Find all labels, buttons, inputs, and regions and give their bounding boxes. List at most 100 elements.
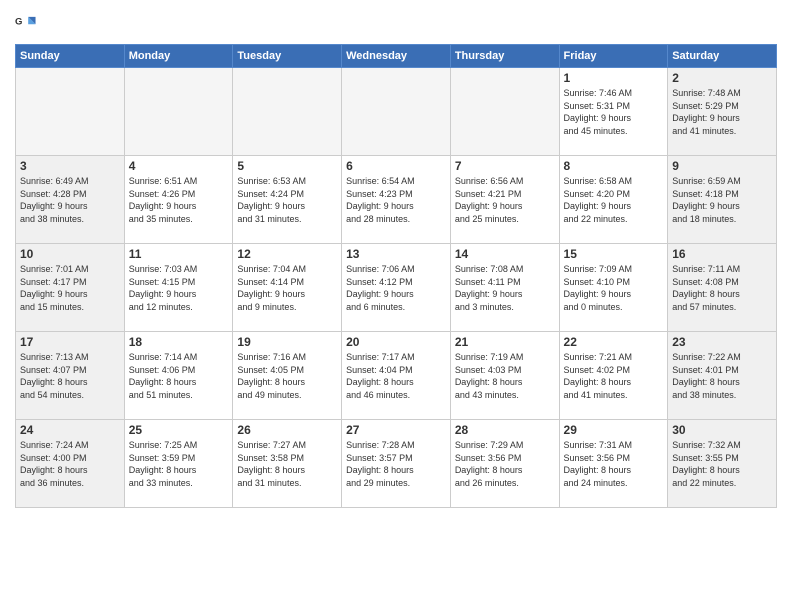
calendar-cell: 1 Sunrise: 7:46 AM Sunset: 5:31 PM Daylig…	[559, 68, 668, 156]
day-number: 13	[346, 247, 446, 261]
calendar-cell: 26Sunrise: 7:27 AM Sunset: 3:58 PM Dayli…	[233, 420, 342, 508]
calendar-cell: 8 Sunrise: 6:58 AM Sunset: 4:20 PM Daylig…	[559, 156, 668, 244]
day-number: 24	[20, 423, 120, 437]
day-number: 10	[20, 247, 120, 261]
logo: G	[15, 14, 41, 36]
calendar-cell: 16 Sunrise: 7:11 AM Sunset: 4:08 PM Dayli…	[668, 244, 777, 332]
day-number: 25	[129, 423, 229, 437]
day-number: 26	[237, 423, 337, 437]
day-info: Sunrise: 6:58 AM Sunset: 4:20 PM Dayligh…	[564, 175, 664, 225]
weekday-header-friday: Friday	[559, 45, 668, 68]
day-info: Sunrise: 7:25 AM Sunset: 3:59 PM Dayligh…	[129, 439, 229, 489]
day-info: Sunrise: 6:53 AM Sunset: 4:24 PM Dayligh…	[237, 175, 337, 225]
calendar-cell: 3 Sunrise: 6:49 AM Sunset: 4:28 PM Daylig…	[16, 156, 125, 244]
day-info: Sunrise: 7:19 AM Sunset: 4:03 PM Dayligh…	[455, 351, 555, 401]
day-info: Sunrise: 7:06 AM Sunset: 4:12 PM Dayligh…	[346, 263, 446, 313]
weekday-header-saturday: Saturday	[668, 45, 777, 68]
calendar-cell: 25 Sunrise: 7:25 AM Sunset: 3:59 PM Dayli…	[124, 420, 233, 508]
day-number: 4	[129, 159, 229, 173]
day-number: 5	[237, 159, 337, 173]
day-number: 28	[455, 423, 555, 437]
day-number: 20	[346, 335, 446, 349]
day-info: Sunrise: 7:48 AM Sunset: 5:29 PM Dayligh…	[672, 87, 772, 137]
calendar-week-row-5: 24 Sunrise: 7:24 AM Sunset: 4:00 PM Dayli…	[16, 420, 777, 508]
day-number: 2	[672, 71, 772, 85]
header-section: G	[15, 10, 777, 36]
weekday-header-wednesday: Wednesday	[342, 45, 451, 68]
day-info: Sunrise: 7:21 AM Sunset: 4:02 PM Dayligh…	[564, 351, 664, 401]
calendar-table: SundayMondayTuesdayWednesdayThursdayFrid…	[15, 44, 777, 508]
page-container: G SundayMondayTuesdayWednesdayThursdayFr…	[0, 0, 792, 513]
day-info: Sunrise: 7:46 AM Sunset: 5:31 PM Dayligh…	[564, 87, 664, 137]
calendar-cell	[233, 68, 342, 156]
day-number: 18	[129, 335, 229, 349]
day-number: 23	[672, 335, 772, 349]
day-number: 19	[237, 335, 337, 349]
day-info: Sunrise: 7:29 AM Sunset: 3:56 PM Dayligh…	[455, 439, 555, 489]
day-number: 17	[20, 335, 120, 349]
day-info: Sunrise: 7:22 AM Sunset: 4:01 PM Dayligh…	[672, 351, 772, 401]
calendar-week-row-3: 10Sunrise: 7:01 AM Sunset: 4:17 PM Dayli…	[16, 244, 777, 332]
calendar-cell: 7 Sunrise: 6:56 AM Sunset: 4:21 PM Daylig…	[450, 156, 559, 244]
calendar-cell: 13 Sunrise: 7:06 AM Sunset: 4:12 PM Dayli…	[342, 244, 451, 332]
calendar-cell: 17Sunrise: 7:13 AM Sunset: 4:07 PM Dayli…	[16, 332, 125, 420]
day-info: Sunrise: 7:28 AM Sunset: 3:57 PM Dayligh…	[346, 439, 446, 489]
weekday-header-sunday: Sunday	[16, 45, 125, 68]
calendar-cell	[124, 68, 233, 156]
weekday-header-row: SundayMondayTuesdayWednesdayThursdayFrid…	[16, 45, 777, 68]
weekday-header-thursday: Thursday	[450, 45, 559, 68]
calendar-cell: 15 Sunrise: 7:09 AM Sunset: 4:10 PM Dayli…	[559, 244, 668, 332]
day-number: 3	[20, 159, 120, 173]
calendar-cell	[450, 68, 559, 156]
day-number: 29	[564, 423, 664, 437]
day-info: Sunrise: 6:51 AM Sunset: 4:26 PM Dayligh…	[129, 175, 229, 225]
day-number: 15	[564, 247, 664, 261]
day-number: 30	[672, 423, 772, 437]
day-info: Sunrise: 7:08 AM Sunset: 4:11 PM Dayligh…	[455, 263, 555, 313]
calendar-cell: 21 Sunrise: 7:19 AM Sunset: 4:03 PM Dayli…	[450, 332, 559, 420]
calendar-cell: 2 Sunrise: 7:48 AM Sunset: 5:29 PM Daylig…	[668, 68, 777, 156]
day-info: Sunrise: 7:03 AM Sunset: 4:15 PM Dayligh…	[129, 263, 229, 313]
calendar-week-row-1: 1 Sunrise: 7:46 AM Sunset: 5:31 PM Daylig…	[16, 68, 777, 156]
day-number: 11	[129, 247, 229, 261]
day-number: 7	[455, 159, 555, 173]
day-info: Sunrise: 7:31 AM Sunset: 3:56 PM Dayligh…	[564, 439, 664, 489]
day-number: 12	[237, 247, 337, 261]
day-number: 27	[346, 423, 446, 437]
calendar-cell	[16, 68, 125, 156]
day-info: Sunrise: 7:09 AM Sunset: 4:10 PM Dayligh…	[564, 263, 664, 313]
day-info: Sunrise: 7:16 AM Sunset: 4:05 PM Dayligh…	[237, 351, 337, 401]
weekday-header-monday: Monday	[124, 45, 233, 68]
day-info: Sunrise: 7:11 AM Sunset: 4:08 PM Dayligh…	[672, 263, 772, 313]
calendar-cell: 18 Sunrise: 7:14 AM Sunset: 4:06 PM Dayli…	[124, 332, 233, 420]
calendar-cell: 4 Sunrise: 6:51 AM Sunset: 4:26 PM Daylig…	[124, 156, 233, 244]
day-number: 21	[455, 335, 555, 349]
weekday-header-tuesday: Tuesday	[233, 45, 342, 68]
day-info: Sunrise: 6:59 AM Sunset: 4:18 PM Dayligh…	[672, 175, 772, 225]
calendar-cell: 19 Sunrise: 7:16 AM Sunset: 4:05 PM Dayli…	[233, 332, 342, 420]
calendar-cell: 10Sunrise: 7:01 AM Sunset: 4:17 PM Dayli…	[16, 244, 125, 332]
calendar-cell: 20 Sunrise: 7:17 AM Sunset: 4:04 PM Dayli…	[342, 332, 451, 420]
day-info: Sunrise: 7:32 AM Sunset: 3:55 PM Dayligh…	[672, 439, 772, 489]
calendar-week-row-2: 3 Sunrise: 6:49 AM Sunset: 4:28 PM Daylig…	[16, 156, 777, 244]
day-number: 8	[564, 159, 664, 173]
svg-text:G: G	[15, 16, 22, 27]
day-info: Sunrise: 6:49 AM Sunset: 4:28 PM Dayligh…	[20, 175, 120, 225]
calendar-cell: 30 Sunrise: 7:32 AM Sunset: 3:55 PM Dayli…	[668, 420, 777, 508]
day-info: Sunrise: 7:14 AM Sunset: 4:06 PM Dayligh…	[129, 351, 229, 401]
day-info: Sunrise: 6:54 AM Sunset: 4:23 PM Dayligh…	[346, 175, 446, 225]
day-number: 16	[672, 247, 772, 261]
calendar-cell: 9 Sunrise: 6:59 AM Sunset: 4:18 PM Daylig…	[668, 156, 777, 244]
day-info: Sunrise: 6:56 AM Sunset: 4:21 PM Dayligh…	[455, 175, 555, 225]
calendar-cell: 28 Sunrise: 7:29 AM Sunset: 3:56 PM Dayli…	[450, 420, 559, 508]
calendar-cell: 6 Sunrise: 6:54 AM Sunset: 4:23 PM Daylig…	[342, 156, 451, 244]
calendar-cell: 27 Sunrise: 7:28 AM Sunset: 3:57 PM Dayli…	[342, 420, 451, 508]
calendar-cell: 22 Sunrise: 7:21 AM Sunset: 4:02 PM Dayli…	[559, 332, 668, 420]
day-info: Sunrise: 7:17 AM Sunset: 4:04 PM Dayligh…	[346, 351, 446, 401]
day-number: 9	[672, 159, 772, 173]
day-number: 1	[564, 71, 664, 85]
day-info: Sunrise: 7:24 AM Sunset: 4:00 PM Dayligh…	[20, 439, 120, 489]
day-number: 22	[564, 335, 664, 349]
day-number: 6	[346, 159, 446, 173]
calendar-cell: 11 Sunrise: 7:03 AM Sunset: 4:15 PM Dayli…	[124, 244, 233, 332]
